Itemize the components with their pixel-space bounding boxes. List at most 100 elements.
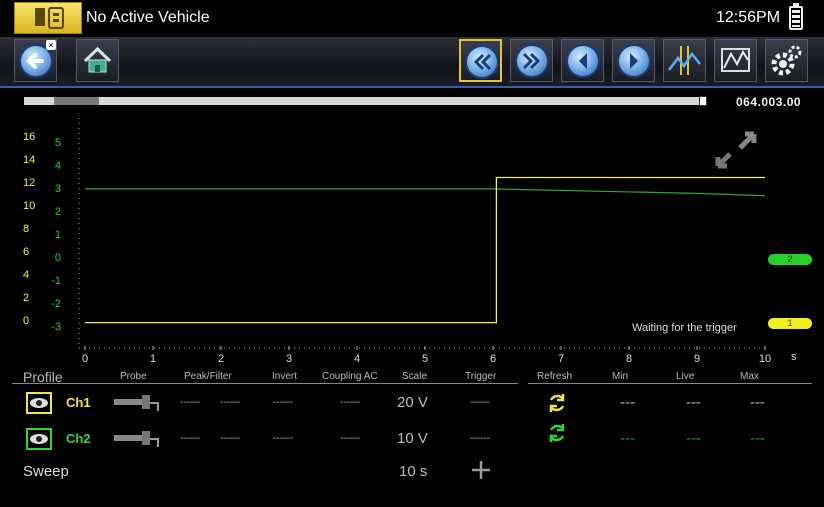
ch1-scale-tick: 12 bbox=[23, 177, 35, 189]
ch2-scale-tick: 3 bbox=[55, 183, 61, 195]
sweep-value[interactable]: 10 s bbox=[399, 463, 427, 480]
header-trigger: Trigger bbox=[465, 371, 497, 382]
x-tick: 4 bbox=[354, 353, 360, 365]
ch1-peak: ------ bbox=[180, 397, 200, 408]
scope-graph[interactable]: 16 14 12 10 8 6 4 2 0 5 4 3 2 1 0 -1 -2 -3 0 1 2 3 4 5 6 7 8 9 10 s … bbox=[0, 110, 824, 375]
ch2-coupling: ------ bbox=[340, 433, 360, 444]
table-divider-right bbox=[528, 383, 812, 384]
refresh-icon[interactable] bbox=[546, 422, 568, 444]
probe-icon[interactable] bbox=[112, 427, 162, 451]
toolbar-divider bbox=[0, 86, 824, 88]
x-tick: 3 bbox=[286, 353, 292, 365]
x-tick: 1 bbox=[150, 353, 156, 365]
ch1-scale-tick: 0 bbox=[23, 315, 29, 327]
ch2-live: --- bbox=[686, 430, 701, 447]
ch1-coupling: ------ bbox=[340, 397, 360, 408]
ch2-scale-tick: -2 bbox=[51, 298, 61, 310]
ch1-invert: ------ bbox=[273, 397, 293, 408]
x-tick: 10 bbox=[759, 353, 771, 365]
x-tick: 2 bbox=[218, 353, 224, 365]
home-tab-icon[interactable] bbox=[14, 2, 82, 34]
profile-header: Profile bbox=[23, 369, 63, 385]
save-capture-button[interactable] bbox=[714, 39, 757, 82]
trigger-status: Waiting for the trigger bbox=[632, 322, 737, 334]
eye-icon[interactable] bbox=[26, 392, 52, 414]
x-tick: 5 bbox=[422, 353, 428, 365]
ch1-scale[interactable]: 20 V bbox=[397, 394, 428, 411]
settings-button[interactable] bbox=[765, 39, 808, 82]
ch2-trace bbox=[85, 188, 766, 197]
ch1-scale-tick: 4 bbox=[23, 269, 29, 281]
ch2-max: --- bbox=[750, 430, 765, 447]
ch2-scale[interactable]: 10 V bbox=[397, 430, 428, 447]
ch2-scale-tick: 0 bbox=[55, 252, 61, 264]
vehicle-title: No Active Vehicle bbox=[86, 9, 210, 26]
step-forward-icon bbox=[619, 46, 649, 76]
close-icon: × bbox=[46, 40, 56, 50]
step-forward-button[interactable] bbox=[612, 39, 655, 82]
header-live: Live bbox=[676, 371, 695, 382]
ch2-scale-tick: 1 bbox=[55, 229, 61, 241]
ch2-trigger[interactable]: ------ bbox=[470, 433, 490, 444]
cursors-button[interactable] bbox=[663, 39, 706, 82]
zoom-icon[interactable] bbox=[712, 128, 760, 172]
ch2-scale-tick: 4 bbox=[55, 160, 61, 172]
cursors-icon bbox=[668, 46, 701, 75]
refresh-icon[interactable] bbox=[546, 392, 568, 414]
ch2-label: Ch2 bbox=[66, 431, 91, 446]
ch2-filter: ------ bbox=[220, 433, 240, 444]
ch1-marker[interactable]: 1 bbox=[768, 318, 812, 329]
header-scale: Scale bbox=[402, 371, 428, 382]
playback-progress-bar[interactable] bbox=[24, 97, 706, 105]
ch2-scale-tick: -3 bbox=[51, 321, 61, 333]
add-icon[interactable] bbox=[470, 459, 492, 481]
ch1-min: --- bbox=[620, 394, 635, 411]
table-row: Ch2 ------ ------ ------ ------ 10 V ---… bbox=[0, 422, 824, 453]
ch1-max: --- bbox=[750, 394, 765, 411]
x-tick: 6 bbox=[490, 353, 496, 365]
save-capture-icon bbox=[721, 48, 750, 72]
fast-forward-button[interactable] bbox=[510, 39, 553, 82]
step-back-icon bbox=[568, 46, 598, 76]
ch2-marker[interactable]: 2 bbox=[768, 254, 812, 265]
back-button[interactable]: × bbox=[14, 39, 57, 82]
playback-timestamp: 064.003.00 bbox=[736, 95, 802, 109]
header-min: Min bbox=[612, 371, 629, 382]
step-back-button[interactable] bbox=[561, 39, 604, 82]
ch1-filter: ------ bbox=[220, 397, 240, 408]
table-row: Ch1 ------ ------ ------ ------ 20 V ---… bbox=[0, 389, 824, 417]
clock: 12:56PM bbox=[716, 9, 781, 26]
settings-icon bbox=[771, 45, 802, 76]
ch2-scale-tick: -1 bbox=[51, 275, 61, 287]
ch1-live: --- bbox=[686, 394, 701, 411]
ch1-label: Ch1 bbox=[66, 395, 91, 410]
ch2-scale-tick: 2 bbox=[55, 206, 61, 218]
ch1-trigger[interactable]: ------ bbox=[470, 397, 490, 408]
x-tick: 0 bbox=[82, 353, 88, 365]
ch2-peak: ------ bbox=[180, 433, 200, 444]
ch1-scale-tick: 8 bbox=[23, 223, 29, 235]
header-refresh: Refresh bbox=[537, 371, 573, 382]
fast-rewind-button[interactable] bbox=[459, 39, 502, 82]
sweep-label: Sweep bbox=[23, 463, 69, 480]
playback-progress-handle[interactable] bbox=[54, 97, 99, 105]
home-icon bbox=[83, 46, 112, 73]
table-divider-left bbox=[12, 383, 518, 384]
header-probe: Probe bbox=[120, 371, 147, 382]
ch1-scale-tick: 2 bbox=[23, 292, 29, 304]
fast-forward-icon bbox=[517, 46, 547, 76]
header-invert: Invert bbox=[272, 371, 298, 382]
eye-icon[interactable] bbox=[26, 428, 52, 450]
battery-icon bbox=[789, 3, 803, 30]
ch1-scale-tick: 16 bbox=[23, 131, 35, 143]
x-tick: 8 bbox=[626, 353, 632, 365]
ch1-scale-tick: 14 bbox=[23, 154, 35, 166]
probe-icon[interactable] bbox=[112, 391, 162, 415]
home-button[interactable] bbox=[76, 39, 119, 82]
ch1-scale-tick: 10 bbox=[23, 200, 35, 212]
playback-progress-end bbox=[699, 96, 707, 106]
header-max: Max bbox=[740, 371, 759, 382]
header-peak-filter: Peak/Filter bbox=[184, 371, 232, 382]
fast-rewind-icon bbox=[467, 47, 497, 77]
ch1-scale-tick: 6 bbox=[23, 246, 29, 258]
